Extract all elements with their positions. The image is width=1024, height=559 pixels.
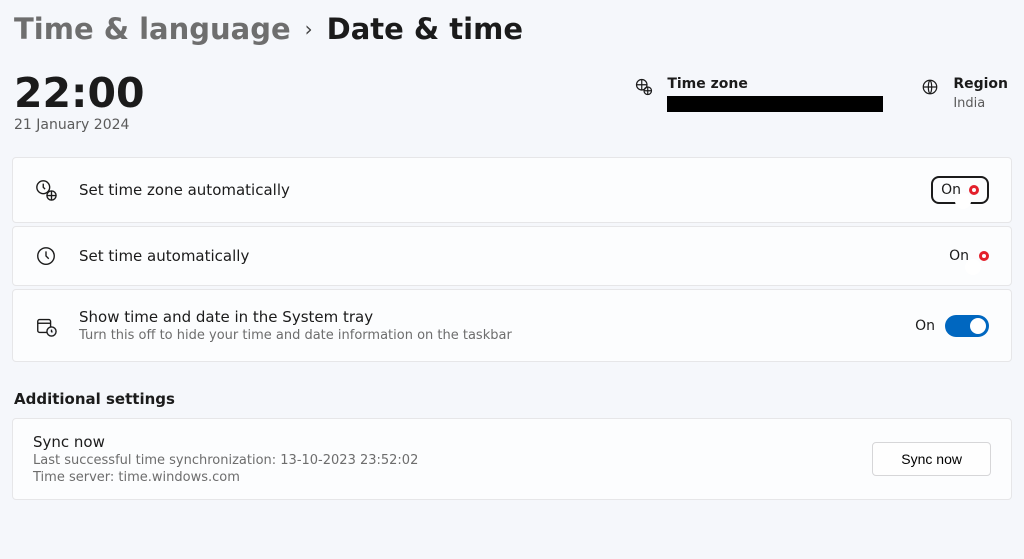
timezone-summary: Time zone	[635, 76, 883, 112]
sync-title: Sync now	[33, 433, 872, 451]
clock-icon	[35, 245, 57, 267]
current-time: 22:00	[14, 72, 145, 115]
breadcrumb: Time & language › Date & time	[12, 0, 1012, 64]
clock-globe-icon	[35, 179, 57, 201]
toggle-show-in-tray[interactable]	[945, 315, 989, 337]
setting-show-in-tray: Show time and date in the System tray Tu…	[12, 289, 1012, 362]
section-additional-settings: Additional settings	[14, 390, 1010, 408]
header-row: 22:00 21 January 2024 Time zone	[12, 64, 1012, 157]
region-value: India	[953, 96, 1008, 111]
toggle-highlight-focus: On	[931, 176, 989, 204]
calendar-clock-icon	[35, 315, 57, 337]
setting-title: Set time automatically	[79, 247, 949, 265]
current-date: 21 January 2024	[14, 117, 145, 133]
clock-block: 22:00 21 January 2024	[14, 72, 145, 133]
globe-icon	[921, 78, 939, 96]
setting-set-timezone-auto: Set time zone automatically On	[12, 157, 1012, 223]
sync-now-button[interactable]: Sync now	[872, 442, 991, 476]
setting-title: Set time zone automatically	[79, 181, 931, 199]
setting-set-time-auto: Set time automatically On	[12, 226, 1012, 286]
last-sync-line: Last successful time synchronization: 13…	[33, 453, 872, 468]
sync-now-card: Sync now Last successful time synchroniz…	[12, 418, 1012, 500]
breadcrumb-parent[interactable]: Time & language	[14, 12, 291, 46]
region-label: Region	[953, 76, 1008, 92]
toggle-state-text: On	[915, 318, 935, 334]
breadcrumb-current: Date & time	[327, 12, 523, 46]
timezone-value-redacted	[667, 96, 883, 112]
clock-globe-icon	[635, 78, 653, 96]
chevron-right-icon: ›	[305, 17, 313, 41]
time-server-line: Time server: time.windows.com	[33, 470, 872, 485]
setting-subtitle: Turn this off to hide your time and date…	[79, 328, 915, 343]
setting-title: Show time and date in the System tray	[79, 308, 915, 326]
timezone-label: Time zone	[667, 76, 883, 92]
region-summary: Region India	[921, 76, 1008, 111]
